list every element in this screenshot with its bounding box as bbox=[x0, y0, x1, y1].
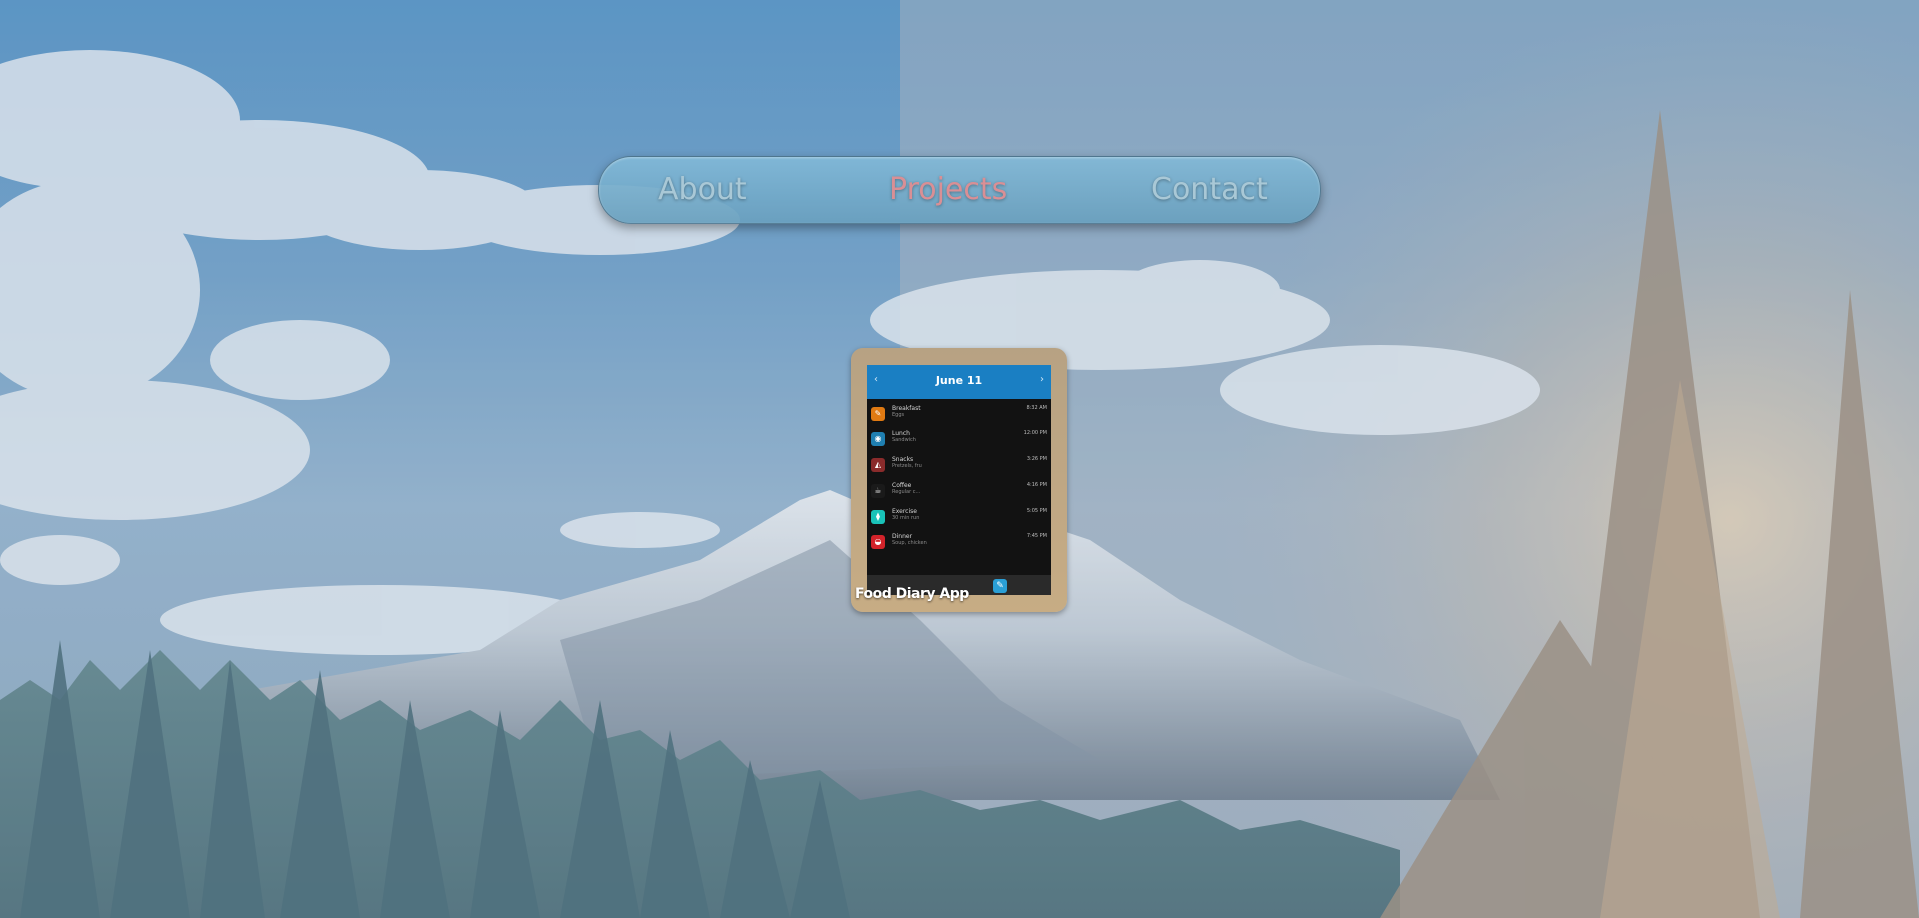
entry-time: 4:16 PM bbox=[1026, 482, 1047, 488]
project-card-food-diary[interactable]: ‹ June 11 › ✎ Breakfast Eggs 8:32 AM ◉ L… bbox=[851, 348, 1067, 612]
entry-time: 12:00 PM bbox=[1023, 430, 1047, 436]
entry-detail: Regular c... bbox=[892, 489, 921, 495]
chevron-right-icon: › bbox=[1040, 374, 1044, 385]
dinner-icon: ◒ bbox=[871, 535, 885, 549]
app-entry: ✎ Breakfast Eggs 8:32 AM bbox=[867, 405, 1051, 427]
app-date: June 11 bbox=[935, 374, 983, 387]
app-entry: ◒ Dinner Soup, chicken 7:45 PM bbox=[867, 533, 1051, 555]
pencil-icon: ✎ bbox=[871, 407, 885, 421]
entry-detail: 30 min run bbox=[892, 515, 920, 521]
project-screenshot: ‹ June 11 › ✎ Breakfast Eggs 8:32 AM ◉ L… bbox=[867, 365, 1051, 595]
entry-detail: Pretzels, fru bbox=[892, 463, 922, 469]
bowl-icon: ◉ bbox=[871, 432, 885, 446]
nav-link-about[interactable]: About bbox=[658, 170, 747, 210]
nav-link-contact[interactable]: Contact bbox=[1151, 170, 1268, 210]
nav-link-projects[interactable]: Projects bbox=[889, 170, 1007, 210]
entry-time: 3:26 PM bbox=[1026, 456, 1047, 462]
app-entry: ◭ Snacks Pretzels, fru 3:26 PM bbox=[867, 456, 1051, 478]
entry-time: 8:32 AM bbox=[1026, 405, 1047, 411]
app-date-header: ‹ June 11 › bbox=[867, 365, 1051, 399]
entry-title: Lunch bbox=[892, 430, 910, 437]
entry-title: Snacks bbox=[892, 456, 914, 463]
pizza-icon: ◭ bbox=[871, 458, 885, 472]
entry-title: Exercise bbox=[892, 508, 917, 515]
entry-title: Breakfast bbox=[892, 405, 921, 412]
main-nav: About Projects Contact bbox=[598, 156, 1321, 224]
dumbbell-icon: ⧫ bbox=[871, 510, 885, 524]
app-entry: ☕ Coffee Regular c... 4:16 PM bbox=[867, 482, 1051, 504]
entry-detail: Sandwich bbox=[892, 437, 916, 443]
entry-time: 5:05 PM bbox=[1026, 508, 1047, 514]
entry-detail: Soup, chicken bbox=[892, 540, 927, 546]
edit-icon: ✎ bbox=[993, 579, 1007, 593]
entry-detail: Eggs bbox=[892, 412, 905, 418]
app-entry: ⧫ Exercise 30 min run 5:05 PM bbox=[867, 508, 1051, 530]
entry-time: 7:45 PM bbox=[1026, 533, 1047, 539]
entry-title: Coffee bbox=[892, 482, 912, 489]
project-title: Food Diary App bbox=[855, 586, 969, 602]
page-background: About Projects Contact ‹ June 11 › ✎ Bre… bbox=[0, 0, 1919, 918]
coffee-icon: ☕ bbox=[871, 484, 885, 498]
app-entry: ◉ Lunch Sandwich 12:00 PM bbox=[867, 430, 1051, 452]
entry-title: Dinner bbox=[892, 533, 913, 540]
